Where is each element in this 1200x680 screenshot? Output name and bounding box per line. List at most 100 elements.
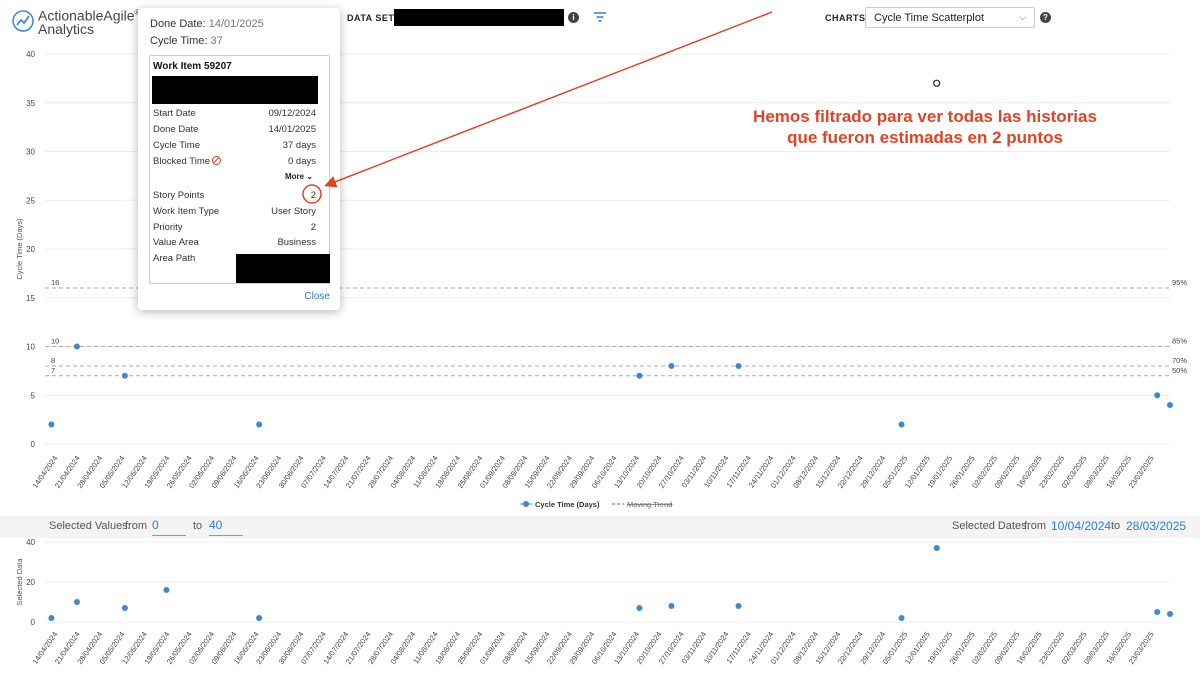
data-point[interactable] — [1154, 609, 1161, 615]
data-point[interactable] — [73, 343, 80, 350]
redacted-block — [236, 254, 330, 283]
data-point[interactable] — [636, 605, 643, 611]
detail-value: 37 days — [282, 140, 316, 151]
detail-key: Story Points — [153, 190, 205, 201]
date-from-input[interactable]: 10/04/2024 — [1051, 519, 1111, 533]
selected-dates-label: Selected Dates: — [952, 520, 1030, 532]
to-label: to — [193, 520, 203, 532]
detail-row-cycle-time: Cycle Time 37 days — [153, 140, 316, 153]
percentile-pct-label: 70% — [1172, 356, 1187, 365]
dates-to-label: to — [1111, 520, 1121, 532]
percentile-value-label: 8 — [51, 356, 55, 365]
detail-row-priority: Priority 2 — [153, 222, 316, 235]
detail-row-start-date: Start Date 09/12/2024 — [153, 108, 316, 121]
work-item-title: Work Item 59207 — [153, 61, 232, 72]
detail-value: 2 — [310, 222, 316, 233]
detail-key: Done Date — [153, 124, 199, 135]
y-tick-label: 0 — [31, 440, 36, 449]
percentile-pct-label: 95% — [1172, 278, 1187, 287]
info-icon[interactable]: i — [568, 12, 579, 23]
data-point[interactable] — [735, 363, 742, 369]
data-point[interactable] — [898, 421, 905, 428]
selection-row: Selected Values: from 0 to 40 Selected D… — [0, 516, 1200, 538]
legend-label-cycle-time[interactable]: Cycle Time (Days) — [535, 500, 600, 509]
filter-icon[interactable] — [593, 11, 607, 23]
data-point[interactable] — [256, 615, 263, 621]
detail-row-blocked-time: Blocked Time 0 days — [153, 156, 316, 169]
blocked-icon — [212, 156, 222, 165]
popup-cycle-time-value: 37 — [210, 35, 223, 47]
date-to-input[interactable]: 28/03/2025 — [1126, 519, 1186, 533]
selection-chart-panel: 0 20 40 Selected Data 14/04/2024 21/04/2024 28… — [0, 538, 1200, 680]
detail-key: Priority — [153, 222, 183, 233]
chart-legend: Cycle Time (Days) Moving Trend — [520, 500, 672, 509]
data-point[interactable] — [1167, 402, 1173, 408]
detail-key: Blocked Time — [153, 156, 222, 167]
chevron-down-icon: ⌵ — [1019, 12, 1026, 22]
popup-cycle-time-label: Cycle Time: — [150, 35, 208, 47]
detail-value: 14/01/2025 — [268, 124, 316, 135]
data-point-selected[interactable] — [933, 79, 941, 87]
dates-from-label: from — [1024, 520, 1046, 532]
detail-value: 09/12/2024 — [268, 108, 316, 119]
legend-dot — [523, 501, 529, 507]
y-tick-label: 20 — [26, 578, 35, 587]
data-point[interactable] — [933, 545, 940, 551]
detail-value: 2 — [310, 190, 316, 201]
detail-row-work-item-type: Work Item Type User Story — [153, 206, 316, 219]
logo-line2: Analytics — [38, 20, 95, 37]
y-tick-label: 40 — [26, 50, 35, 59]
data-set-input[interactable] — [394, 9, 564, 26]
data-point[interactable] — [636, 372, 643, 379]
data-point[interactable] — [256, 421, 263, 428]
logo-icon — [12, 10, 34, 32]
y-axis-label: Selected Data — [15, 558, 24, 606]
selection-chart[interactable]: 02040Selected Data14/04/202421/04/202428… — [0, 538, 1200, 680]
detail-value: Business — [277, 237, 316, 248]
annotation-line2: que fueron estimadas en 2 puntos — [787, 128, 1063, 147]
data-point[interactable] — [121, 372, 128, 379]
charts-label: CHARTS — [825, 13, 866, 23]
data-point[interactable] — [48, 615, 55, 621]
work-item-popup: Done Date: 14/01/2025 Cycle Time: 37 Wor… — [138, 8, 340, 310]
popup-done-date-label: Done Date: — [150, 18, 206, 30]
more-label: More — [284, 172, 305, 181]
data-point[interactable] — [121, 605, 128, 611]
data-point[interactable] — [898, 615, 905, 621]
data-point[interactable] — [73, 599, 80, 605]
y-tick-label: 5 — [31, 391, 36, 400]
detail-row-value-area: Value Area Business — [153, 237, 316, 250]
detail-row-story-points: Story Points 2 — [153, 190, 316, 203]
from-value-input[interactable]: 0 — [152, 518, 186, 536]
detail-key: Work Item Type — [153, 206, 220, 217]
data-point[interactable] — [668, 603, 675, 609]
data-point[interactable] — [1167, 611, 1173, 617]
app-window: ActionableAgile® Analytics DATA SET i CH… — [0, 0, 1200, 680]
y-tick-label: 20 — [26, 245, 35, 254]
data-point[interactable] — [48, 421, 55, 428]
detail-value: 0 days — [288, 156, 316, 167]
data-point[interactable] — [1154, 392, 1161, 399]
y-tick-label: 25 — [26, 196, 35, 205]
redacted-block — [152, 76, 318, 104]
detail-key: Cycle Time — [153, 140, 200, 151]
close-button[interactable]: Close — [304, 291, 330, 302]
popup-done-date-value: 14/01/2025 — [208, 18, 264, 30]
more-toggle[interactable]: More ⌄ — [150, 172, 313, 181]
data-point[interactable] — [163, 587, 170, 593]
chevron-down-icon: ⌄ — [306, 172, 313, 181]
y-tick-label: 10 — [26, 343, 35, 352]
help-icon[interactable]: ? — [1040, 12, 1051, 23]
percentile-value-label: 10 — [51, 337, 59, 346]
data-point[interactable] — [668, 363, 675, 369]
data-point[interactable] — [735, 603, 742, 609]
y-tick-label: 40 — [26, 538, 35, 547]
data-set-label: DATA SET — [347, 13, 395, 23]
y-tick-label: 15 — [26, 294, 35, 303]
blocked-time-label: Blocked Time — [153, 156, 211, 167]
charts-select[interactable]: Cycle Time Scatterplot ⌵ — [865, 7, 1035, 28]
legend-label-moving-trend[interactable]: Moving Trend — [627, 500, 672, 509]
logo: ActionableAgile® Analytics — [12, 6, 140, 36]
to-value-input[interactable]: 40 — [209, 518, 243, 536]
work-item-card: Work Item 59207 Start Date 09/12/2024 Do… — [149, 55, 330, 284]
